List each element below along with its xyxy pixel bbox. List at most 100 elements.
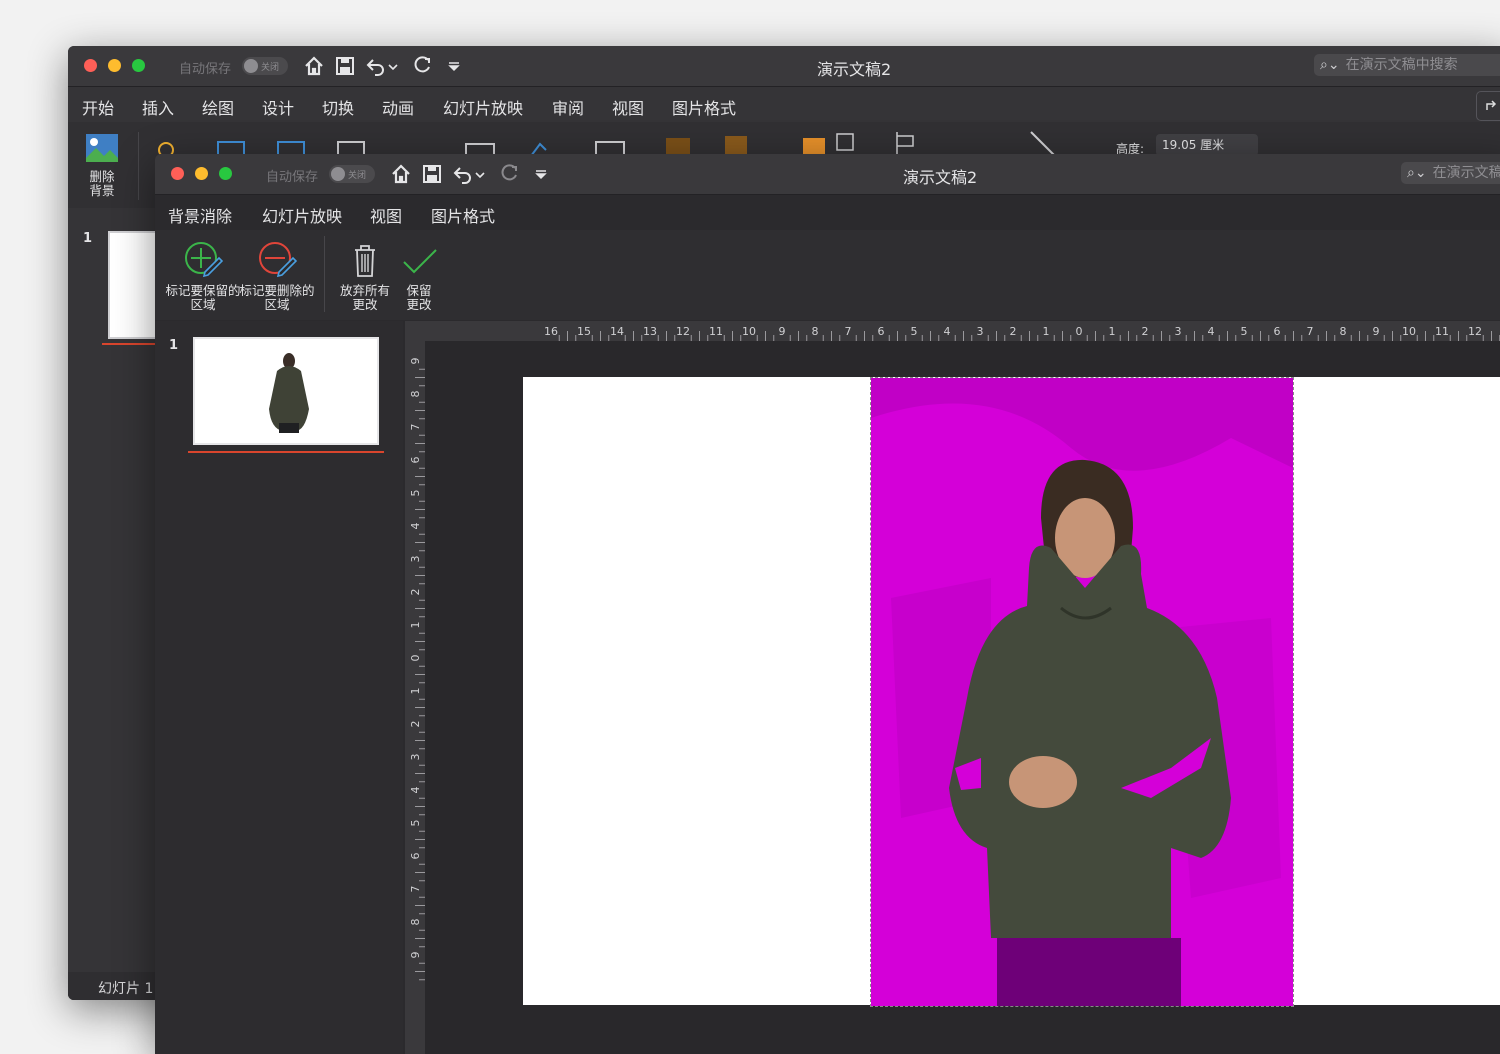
remove-background-button[interactable]: 删除背景 bbox=[78, 130, 126, 198]
ruler-v-label: 9 bbox=[409, 358, 422, 365]
tab-draw[interactable]: 绘图 bbox=[202, 95, 234, 119]
ruler-h-label: 12 bbox=[676, 325, 690, 338]
minimize-button[interactable] bbox=[195, 167, 208, 180]
home-icon[interactable] bbox=[303, 55, 325, 77]
selection-indicator bbox=[102, 343, 162, 345]
tab-home[interactable]: 开始 bbox=[82, 95, 114, 119]
zoom-button[interactable] bbox=[219, 167, 232, 180]
ruler-v-label: 1 bbox=[409, 622, 422, 629]
person-photo-with-removal-overlay bbox=[871, 378, 1293, 1006]
zoom-button[interactable] bbox=[132, 59, 145, 72]
ruler-h-label: 4 bbox=[1208, 325, 1215, 338]
height-input[interactable]: 19.05 厘米 bbox=[1156, 134, 1258, 156]
ribbon-divider bbox=[324, 236, 325, 312]
front-titlebar: 自动保存 关闭 演示文稿2 ⌕⌄ 在演示文稿中搜索 bbox=[155, 154, 1500, 195]
ruler-h-label: 16 bbox=[544, 325, 558, 338]
minimize-button[interactable] bbox=[108, 59, 121, 72]
remove-background-icon bbox=[86, 134, 118, 162]
ruler-v-label: 8 bbox=[409, 919, 422, 926]
tab-transitions[interactable]: 切换 bbox=[322, 95, 354, 119]
ruler-h-label: 10 bbox=[1402, 325, 1416, 338]
ruler-v-label: 6 bbox=[409, 853, 422, 860]
search-field[interactable]: ⌕⌄ 在演示文稿中搜索 bbox=[1314, 54, 1500, 76]
save-icon[interactable] bbox=[421, 163, 443, 185]
undo-dropdown-icon[interactable] bbox=[474, 163, 486, 185]
tab-animations[interactable]: 动画 bbox=[382, 95, 414, 119]
search-field[interactable]: ⌕⌄ 在演示文稿中搜索 bbox=[1401, 162, 1500, 184]
vertical-ruler: 9 8 7 6 5 4 3 2 1 0 1 2 3 4 5 6 7 8 9 bbox=[405, 341, 425, 1054]
slide-number: 1 bbox=[169, 338, 179, 353]
close-button[interactable] bbox=[84, 59, 97, 72]
mark-areas-to-remove-button[interactable]: 标记要删除的区域 bbox=[239, 240, 315, 312]
tab-background-removal[interactable]: 背景消除 bbox=[168, 203, 233, 234]
ruler-h-label: 5 bbox=[911, 325, 918, 338]
front-powerpoint-window: 自动保存 关闭 演示文稿2 ⌕⌄ 在演示文稿中搜索 背景消除 幻灯片放映 视图 bbox=[155, 154, 1500, 1054]
tab-picture-format[interactable]: 图片格式 bbox=[672, 95, 737, 126]
autosave-toggle[interactable]: 关闭 bbox=[242, 57, 288, 75]
ruler-h-label: 12 bbox=[1468, 325, 1482, 338]
slide-thumbnail[interactable] bbox=[193, 337, 379, 445]
status-slide-indicator: 幻灯片 1 bbox=[98, 981, 154, 997]
ruler-h-label: 11 bbox=[1435, 325, 1449, 338]
ruler-h-label: 1 bbox=[1043, 325, 1050, 338]
ruler-h-label: 5 bbox=[1241, 325, 1248, 338]
ruler-h-label: 8 bbox=[1340, 325, 1347, 338]
tab-slideshow[interactable]: 幻灯片放映 bbox=[262, 203, 342, 227]
tab-picture-format[interactable]: 图片格式 bbox=[431, 203, 495, 227]
redo-icon[interactable] bbox=[411, 55, 433, 77]
ruler-v-label: 3 bbox=[409, 754, 422, 761]
height-value: 19.05 厘米 bbox=[1162, 138, 1225, 152]
picture-with-background-removal[interactable] bbox=[870, 377, 1294, 1007]
ruler-v-label: 5 bbox=[409, 820, 422, 827]
slide-editing-canvas[interactable] bbox=[425, 341, 1500, 1054]
back-slide-panel: 1 bbox=[68, 209, 172, 1000]
customize-toolbar-icon[interactable] bbox=[530, 163, 552, 185]
share-button[interactable] bbox=[1476, 91, 1500, 121]
mark-areas-to-keep-button[interactable]: 标记要保留的区域 bbox=[165, 240, 241, 312]
tab-slideshow[interactable]: 幻灯片放映 bbox=[443, 95, 523, 119]
window-title: 演示文稿2 bbox=[903, 168, 978, 187]
checkmark-icon bbox=[403, 249, 437, 274]
toggle-label: 关闭 bbox=[261, 63, 280, 73]
toggle-label: 关闭 bbox=[348, 171, 367, 181]
ruler-h-label: 14 bbox=[610, 325, 624, 338]
undo-dropdown-icon[interactable] bbox=[387, 55, 399, 77]
ruler-v-label: 4 bbox=[409, 523, 422, 530]
search-placeholder: 在演示文稿中搜索 bbox=[1432, 165, 1500, 181]
close-button[interactable] bbox=[171, 167, 184, 180]
ruler-h-label: 6 bbox=[878, 325, 885, 338]
ruler-h-label: 2 bbox=[1010, 325, 1017, 338]
tab-review[interactable]: 审阅 bbox=[552, 95, 584, 119]
search-placeholder: 在演示文稿中搜索 bbox=[1345, 57, 1458, 73]
mark-keep-label: 标记要保留的区域 bbox=[165, 283, 241, 312]
slide[interactable] bbox=[523, 377, 1500, 1007]
tab-view[interactable]: 视图 bbox=[612, 95, 644, 119]
ruler-h-label: 0 bbox=[1076, 325, 1083, 338]
vertical-ruler-ticks: 9 8 7 6 5 4 3 2 1 0 1 2 3 4 5 6 7 8 9 bbox=[409, 358, 425, 981]
keep-changes-button[interactable]: 保留更改 bbox=[397, 240, 441, 312]
ruler-h-label: 3 bbox=[977, 325, 984, 338]
mark-remove-minus-pencil-icon bbox=[259, 242, 297, 278]
undo-icon[interactable] bbox=[365, 55, 387, 77]
tab-design[interactable]: 设计 bbox=[262, 95, 294, 119]
undo-icon[interactable] bbox=[452, 163, 474, 185]
ruler-h-label: 8 bbox=[812, 325, 819, 338]
autosave-toggle[interactable]: 关闭 bbox=[329, 165, 375, 183]
window-title: 演示文稿2 bbox=[817, 60, 892, 79]
redo-icon[interactable] bbox=[498, 163, 520, 185]
mark-remove-label: 标记要删除的区域 bbox=[239, 283, 315, 312]
save-icon[interactable] bbox=[334, 55, 356, 77]
tab-view[interactable]: 视图 bbox=[370, 203, 402, 227]
slide-number: 1 bbox=[83, 231, 93, 246]
ruler-h-label: 4 bbox=[944, 325, 951, 338]
trash-icon bbox=[355, 245, 375, 277]
ruler-h-label: 9 bbox=[1373, 325, 1380, 338]
keep-label: 保留更改 bbox=[406, 283, 432, 312]
window-controls bbox=[171, 167, 232, 180]
customize-toolbar-icon[interactable] bbox=[443, 55, 465, 77]
discard-all-changes-button[interactable]: 放弃所有更改 bbox=[337, 240, 393, 312]
home-icon[interactable] bbox=[390, 163, 412, 185]
tab-insert[interactable]: 插入 bbox=[142, 95, 174, 119]
ruler-h-label: 3 bbox=[1175, 325, 1182, 338]
selection-indicator bbox=[188, 451, 384, 453]
